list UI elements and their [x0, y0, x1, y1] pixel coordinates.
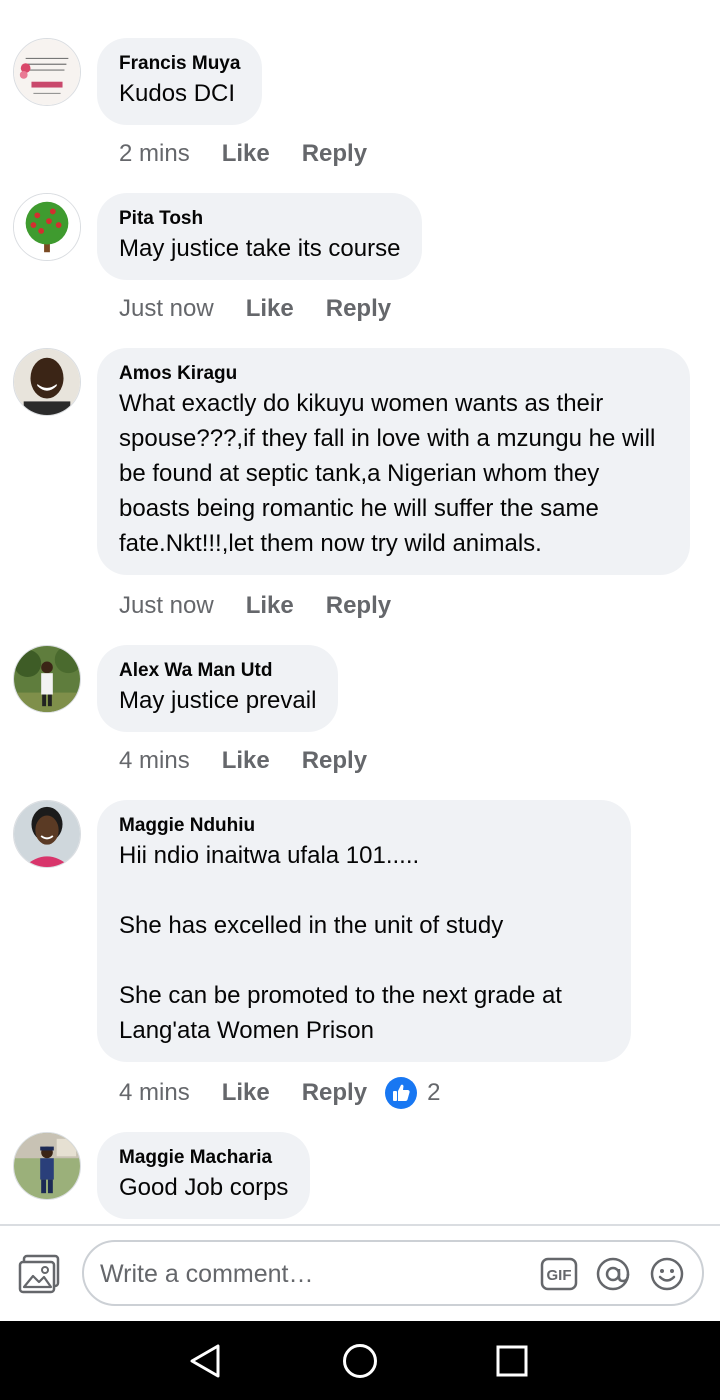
mention-icon[interactable]: [594, 1255, 632, 1293]
comment-author[interactable]: Alex Wa Man Utd: [119, 659, 316, 683]
avatar[interactable]: [13, 800, 81, 868]
comment-bubble: Amos Kiragu What exactly do kikuyu women…: [97, 348, 690, 575]
like-button[interactable]: Like: [222, 747, 270, 775]
comment-timestamp[interactable]: Just now: [119, 295, 214, 323]
comment-actions: 2 mins Like Reply: [119, 137, 367, 171]
comment-text: Kudos DCI: [119, 80, 236, 107]
comment-author[interactable]: Maggie Macharia: [119, 1146, 288, 1170]
reaction-summary[interactable]: 2: [385, 1077, 440, 1109]
comment-bubble: Alex Wa Man Utd May justice prevail: [97, 645, 339, 732]
avatar[interactable]: [13, 1132, 81, 1200]
comment-author[interactable]: Amos Kiragu: [119, 362, 668, 386]
comment-input[interactable]: [100, 1252, 530, 1296]
comment-author[interactable]: Maggie Nduhiu: [119, 814, 609, 838]
comment-input-box[interactable]: GIF: [82, 1240, 704, 1306]
comment-bubble: Maggie Macharia Good Job corps: [97, 1132, 311, 1219]
comment-text: What exactly do kikuyu women wants as th…: [119, 390, 656, 557]
comment-actions: 4 mins Like Reply 2: [119, 1076, 440, 1110]
system-navigation-bar: [0, 1321, 720, 1400]
comment-text: Hii ndio inaitwa ufala 101..... She has …: [119, 842, 562, 1044]
home-circle-icon[interactable]: [340, 1341, 380, 1381]
comment-actions: 4 mins Like Reply: [119, 744, 367, 778]
svg-text:GIF: GIF: [547, 1267, 572, 1284]
like-button[interactable]: Like: [222, 1079, 270, 1107]
comment-composer: GIF: [0, 1226, 720, 1321]
thumbs-up-icon: [385, 1077, 418, 1109]
reply-button[interactable]: Reply: [302, 747, 367, 775]
comments-list: Francis Muya Kudos DCI 2 mins Like Reply: [0, 0, 720, 1224]
comment-author[interactable]: Pita Tosh: [119, 207, 400, 231]
comment-text: May justice take its course: [119, 235, 401, 262]
avatar[interactable]: [13, 645, 81, 713]
comment-actions: Just now Like Reply: [119, 292, 391, 326]
reply-button[interactable]: Reply: [302, 1079, 367, 1107]
reply-button[interactable]: Reply: [326, 592, 391, 620]
comment-timestamp[interactable]: 4 mins: [119, 1079, 190, 1107]
comment-actions: Just now Like Reply: [119, 589, 391, 623]
like-button[interactable]: Like: [246, 295, 294, 323]
reaction-count: 2: [427, 1079, 441, 1106]
comment-timestamp[interactable]: 2 mins: [119, 140, 190, 168]
comment-author[interactable]: Francis Muya: [119, 52, 240, 76]
photo-gallery-icon[interactable]: [18, 1254, 62, 1294]
reply-button[interactable]: Reply: [326, 295, 391, 323]
reply-button[interactable]: Reply: [302, 140, 367, 168]
comment-timestamp[interactable]: 4 mins: [119, 747, 190, 775]
like-button[interactable]: Like: [246, 592, 294, 620]
comment-text: Good Job corps: [119, 1174, 289, 1201]
comment-bubble: Pita Tosh May justice take its course: [97, 193, 423, 280]
comment-bubble: Francis Muya Kudos DCI: [97, 38, 263, 125]
comment-text: May justice prevail: [119, 687, 317, 714]
comment-timestamp[interactable]: Just now: [119, 592, 214, 620]
avatar[interactable]: [13, 193, 81, 261]
emoji-icon[interactable]: [648, 1255, 686, 1293]
avatar[interactable]: [13, 38, 81, 106]
recents-square-icon[interactable]: [492, 1341, 532, 1381]
like-button[interactable]: Like: [222, 140, 270, 168]
avatar[interactable]: [13, 348, 81, 416]
gif-icon[interactable]: GIF: [540, 1255, 578, 1293]
back-triangle-icon[interactable]: [186, 1341, 226, 1381]
comment-bubble: Maggie Nduhiu Hii ndio inaitwa ufala 101…: [97, 800, 631, 1062]
